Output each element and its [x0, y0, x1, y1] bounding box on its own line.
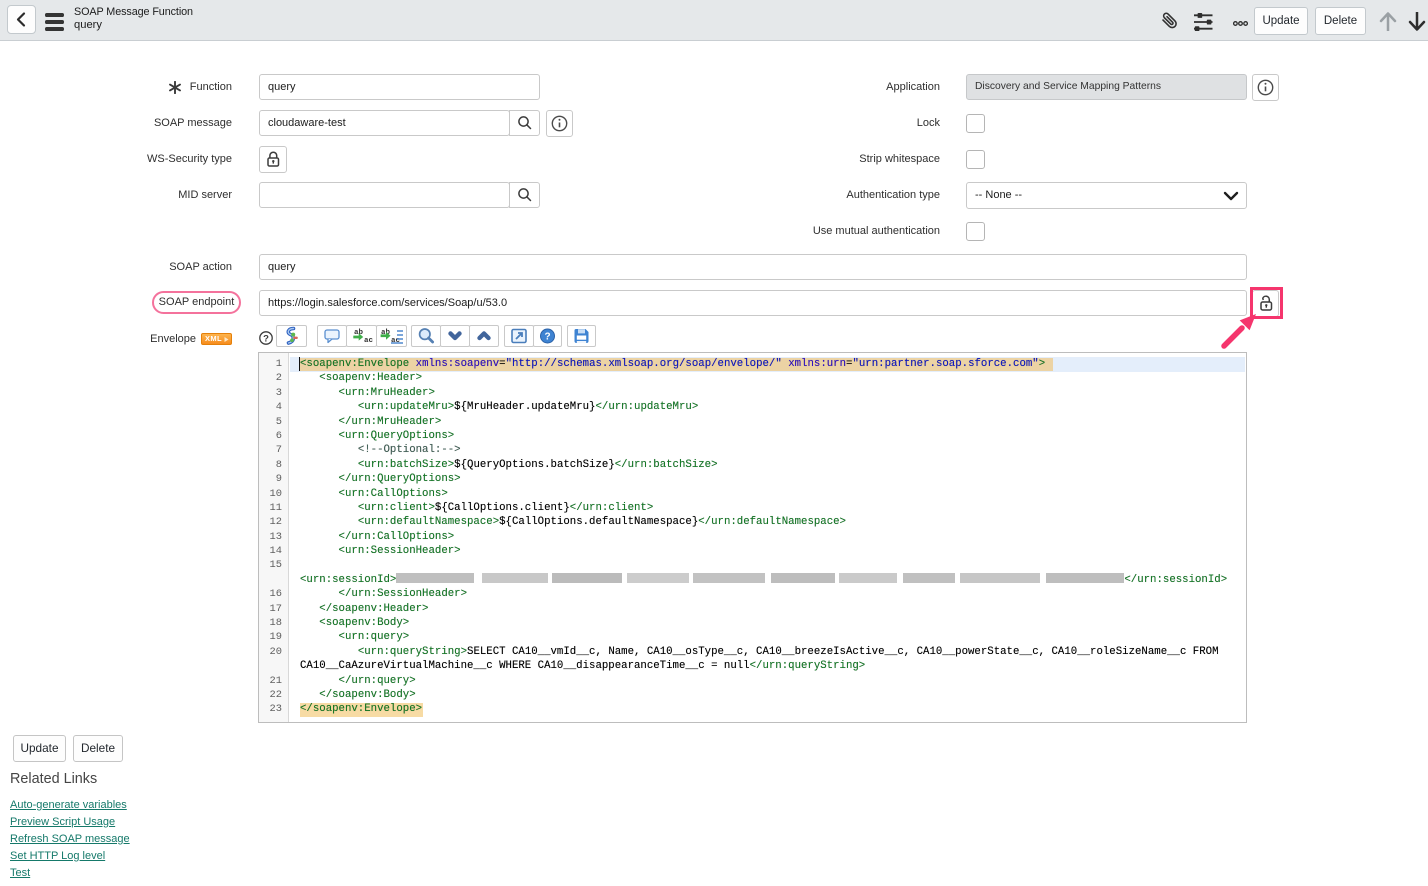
svg-text:?: ?: [544, 332, 550, 343]
svg-text:?: ?: [263, 333, 269, 344]
svg-text:ac: ac: [364, 337, 374, 345]
